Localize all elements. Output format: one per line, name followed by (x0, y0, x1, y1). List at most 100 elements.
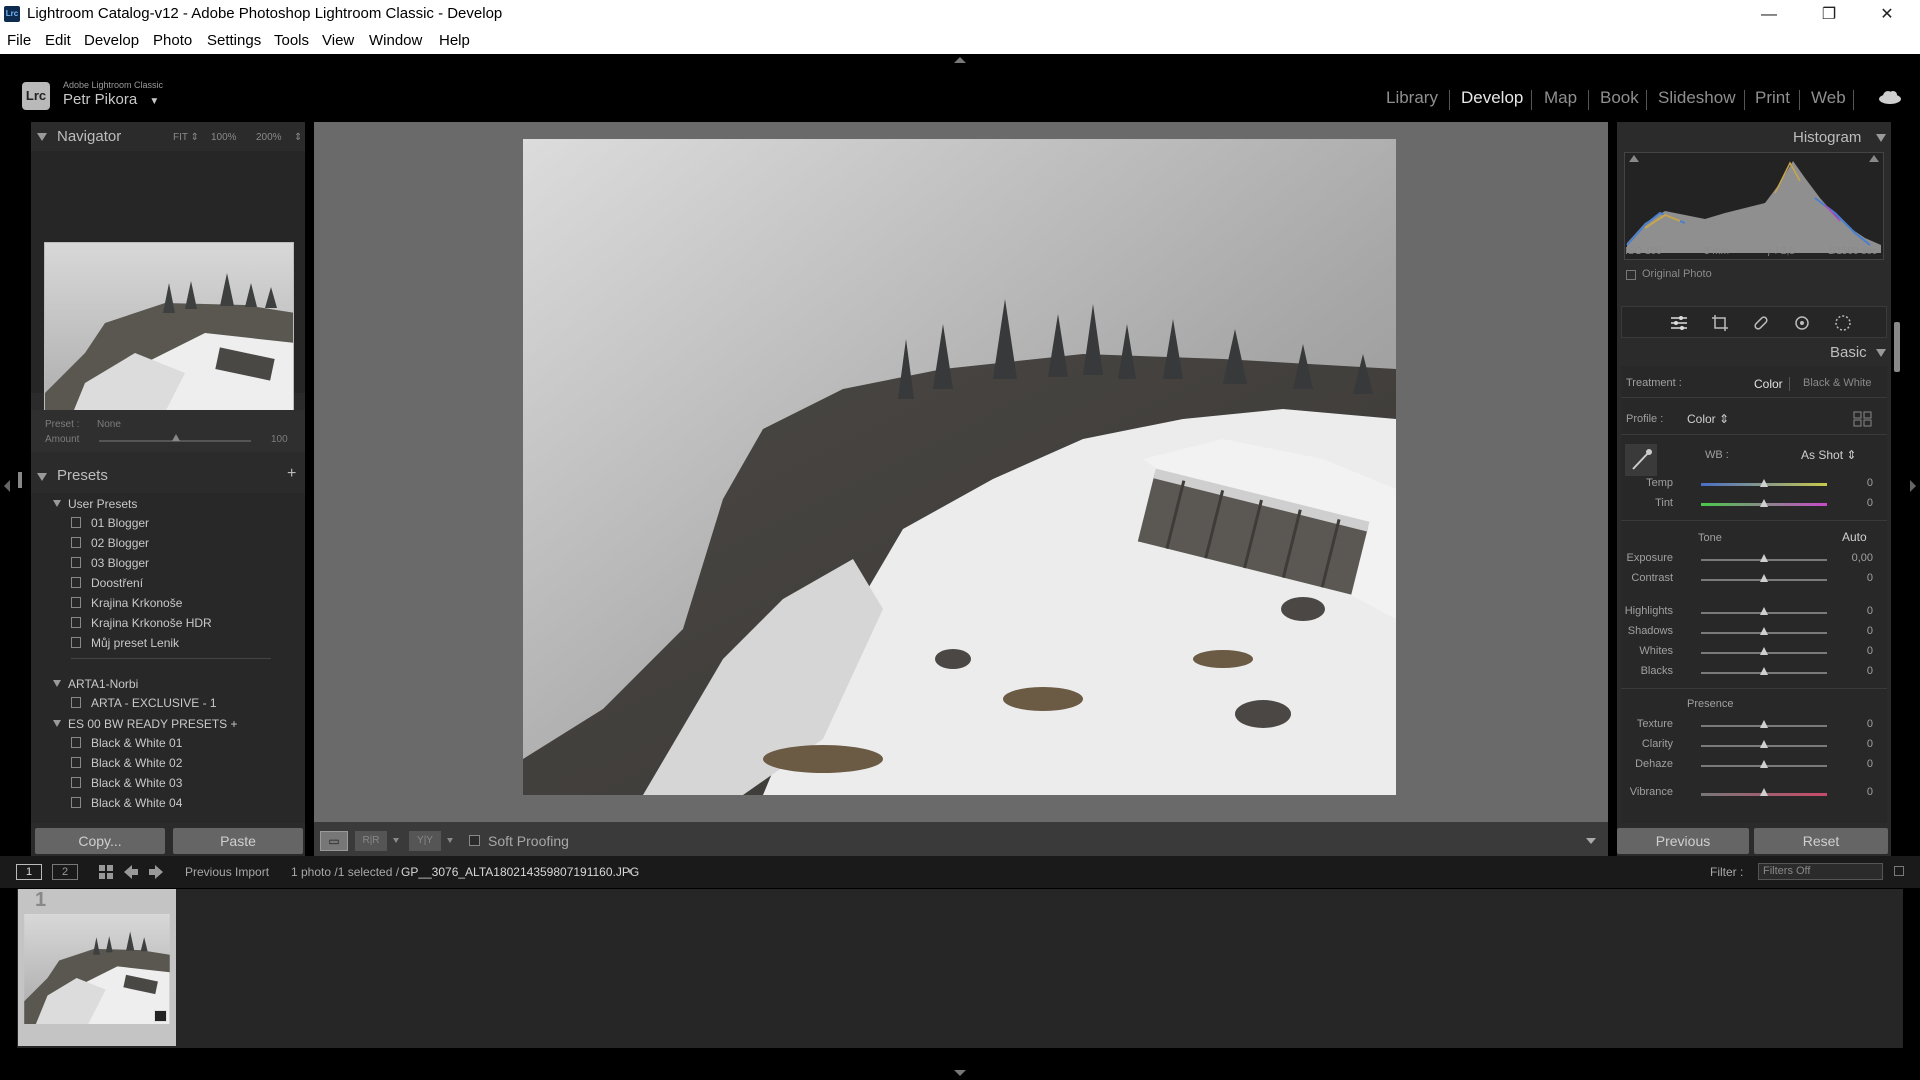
white-balance-picker-icon[interactable] (1625, 444, 1657, 476)
preset-item[interactable]: Black & White 03 (91, 776, 182, 790)
forward-arrow-icon[interactable] (149, 865, 163, 879)
histogram-title[interactable]: Histogram (1793, 129, 1861, 146)
contrast-slider-thumb[interactable] (1760, 574, 1768, 582)
menu-tools[interactable]: Tools (274, 32, 309, 49)
exposure-slider-thumb[interactable] (1760, 554, 1768, 562)
paste-button[interactable]: Paste (173, 828, 303, 854)
slider-value[interactable]: 0 (1833, 497, 1873, 509)
previous-button[interactable]: Previous (1617, 828, 1749, 854)
preset-folder-es00[interactable]: ES 00 BW READY PRESETS + (68, 717, 238, 731)
healing-brush-icon[interactable] (1752, 314, 1770, 332)
module-print[interactable]: Print (1755, 88, 1790, 108)
copy-button[interactable]: Copy... (35, 828, 165, 854)
second-window-button[interactable]: 2 (52, 864, 78, 880)
toolbar-menu-icon[interactable] (1586, 838, 1596, 844)
soft-proofing-checkbox[interactable] (469, 835, 480, 846)
crop-icon[interactable] (1711, 314, 1729, 332)
collapse-triangle-icon[interactable] (1876, 349, 1886, 357)
temp-slider-thumb[interactable] (1760, 479, 1768, 487)
treatment-color-option[interactable]: Color (1754, 377, 1783, 391)
vibrance-slider-thumb[interactable] (1760, 788, 1768, 796)
slider-value[interactable]: 0 (1833, 786, 1873, 798)
module-develop[interactable]: Develop (1461, 88, 1523, 108)
menu-develop[interactable]: Develop (84, 32, 139, 49)
slider-value[interactable]: 0 (1833, 665, 1873, 677)
preset-item[interactable]: 03 Blogger (91, 556, 149, 570)
left-panel-scroll[interactable] (18, 472, 22, 488)
zoom-fit[interactable]: FIT ⇕ (173, 132, 199, 143)
zoom-stepper-icon[interactable]: ⇕ (294, 132, 302, 143)
highlight-clipping-icon[interactable] (1869, 155, 1879, 162)
wb-dropdown[interactable]: As Shot ⇕ (1801, 448, 1856, 462)
module-slideshow[interactable]: Slideshow (1658, 88, 1736, 108)
slider-value[interactable]: 0 (1833, 645, 1873, 657)
folder-expand-icon[interactable] (53, 720, 61, 727)
bottom-panel-toggle-icon[interactable] (954, 1070, 966, 1076)
preset-folder-user[interactable]: User Presets (68, 497, 137, 511)
slider-value[interactable]: 0 (1833, 605, 1873, 617)
slider-value[interactable]: 0 (1833, 625, 1873, 637)
photo-canvas[interactable] (314, 122, 1608, 822)
preset-item[interactable]: Doostření (91, 576, 143, 590)
collapse-triangle-icon[interactable] (1876, 134, 1886, 142)
slider-value[interactable]: 0 (1833, 477, 1873, 489)
grid-view-icon[interactable] (99, 865, 113, 879)
main-photo[interactable] (523, 139, 1396, 795)
slider-value[interactable]: 0 (1833, 738, 1873, 750)
collapse-triangle-icon[interactable] (37, 133, 47, 141)
shadow-clipping-icon[interactable] (1629, 155, 1639, 162)
preset-item[interactable]: Black & White 02 (91, 756, 182, 770)
preset-item[interactable]: 01 Blogger (91, 516, 149, 530)
menu-help[interactable]: Help (439, 32, 470, 49)
preset-item[interactable]: Krajina Krkonoše HDR (91, 616, 212, 630)
basic-title[interactable]: Basic (1830, 344, 1867, 361)
presets-title[interactable]: Presets (57, 467, 108, 484)
preset-item[interactable]: Krajina Krkonoše (91, 596, 182, 610)
chevron-down-icon[interactable] (447, 838, 453, 843)
menu-view[interactable]: View (322, 32, 354, 49)
highlights-slider-thumb[interactable] (1760, 607, 1768, 615)
collapse-triangle-icon[interactable] (37, 473, 47, 481)
menu-photo[interactable]: Photo (153, 32, 192, 49)
auto-tone-button[interactable]: Auto (1842, 530, 1867, 544)
right-panel-toggle-icon[interactable] (1910, 480, 1916, 492)
before-after-button[interactable]: R|R (355, 831, 387, 851)
module-book[interactable]: Book (1600, 88, 1639, 108)
loupe-view-button[interactable]: ▭ (320, 831, 348, 851)
filter-dropdown[interactable]: Filters Off (1758, 863, 1883, 880)
source-label[interactable]: Previous Import (185, 865, 269, 879)
chevron-down-icon[interactable] (393, 838, 399, 843)
module-library[interactable]: Library (1386, 88, 1438, 108)
restore-button[interactable]: ❐ (1800, 0, 1858, 29)
slider-value[interactable]: 0 (1833, 572, 1873, 584)
add-preset-icon[interactable]: + (287, 465, 296, 483)
tint-slider-thumb[interactable] (1760, 499, 1768, 507)
dehaze-slider-thumb[interactable] (1760, 760, 1768, 768)
filter-lock-icon[interactable] (1894, 866, 1904, 876)
before-after-mode-button[interactable]: Y|Y (409, 831, 441, 851)
blacks-slider-thumb[interactable] (1760, 667, 1768, 675)
amount-slider-thumb[interactable] (172, 434, 180, 441)
preset-item[interactable]: Black & White 01 (91, 736, 182, 750)
clarity-slider-thumb[interactable] (1760, 740, 1768, 748)
left-panel-toggle-icon[interactable] (4, 480, 10, 492)
whites-slider-thumb[interactable] (1760, 647, 1768, 655)
preset-folder-arta[interactable]: ARTA1-Norbi (68, 677, 138, 691)
menu-window[interactable]: Window (369, 32, 422, 49)
folder-expand-icon[interactable] (53, 500, 61, 507)
folder-expand-icon[interactable] (53, 680, 61, 687)
masking-icon[interactable] (1834, 314, 1852, 332)
close-button[interactable]: ✕ (1858, 0, 1916, 29)
edit-sliders-icon[interactable] (1670, 315, 1688, 331)
module-map[interactable]: Map (1544, 88, 1577, 108)
menu-edit[interactable]: Edit (45, 32, 71, 49)
navigator-thumbnail[interactable] (44, 242, 294, 431)
preset-item[interactable]: Black & White 04 (91, 796, 182, 810)
zoom-200[interactable]: 200% (256, 132, 282, 143)
profile-dropdown[interactable]: Color ⇕ (1687, 412, 1729, 426)
main-window-button[interactable]: 1 (16, 864, 42, 880)
slider-value[interactable]: 0,00 (1833, 552, 1873, 564)
histogram-box[interactable] (1624, 152, 1884, 260)
shadows-slider-thumb[interactable] (1760, 627, 1768, 635)
treatment-bw-option[interactable]: Black & White (1803, 377, 1871, 389)
